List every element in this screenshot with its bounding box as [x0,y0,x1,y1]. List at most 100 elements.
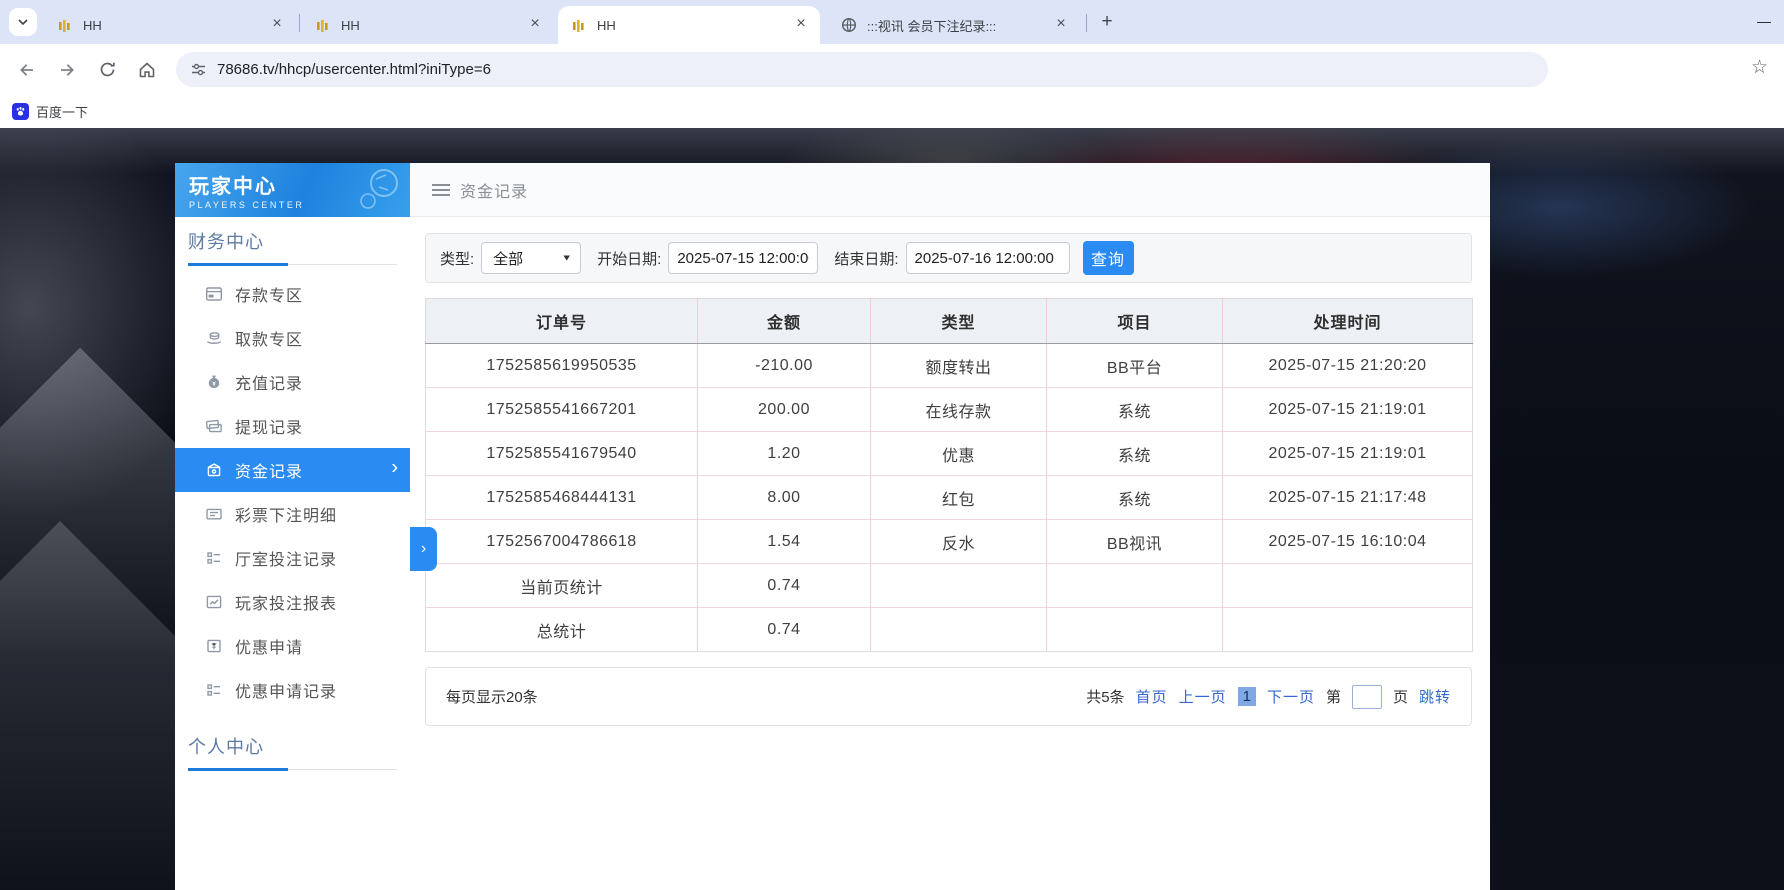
bookmark-star-icon[interactable]: ☆ [1751,56,1768,79]
jump-link[interactable]: 跳转 [1419,686,1451,707]
sidebar-collapse-handle[interactable]: › [410,527,437,571]
jump-page-input[interactable] [1352,685,1382,709]
tune-icon [190,61,207,78]
table-row: 17525855416795401.20优惠系统2025-07-15 21:19… [426,432,1473,476]
list-check-icon [205,681,223,699]
table-row: 1752585619950535-210.00额度转出BB平台2025-07-1… [426,344,1473,388]
table-cell: 1752585541679540 [426,432,698,476]
globe-favicon [841,17,858,34]
table-cell: 1752585541667201 [426,388,698,432]
sidebar-item-label: 资金记录 [235,458,303,482]
tab-2[interactable]: HH × [302,6,554,44]
browser-tab-strip: HH × HH × HH × :::视讯 会员下注纪录::: × + — [0,0,1784,44]
hh-gold-favicon [315,17,332,34]
tab-close-icon[interactable]: × [792,16,810,34]
hh-gold-favicon [571,17,588,34]
url-bar[interactable]: 78686.tv/hhcp/usercenter.html?iniType=6 [176,52,1548,87]
table-cell: 反水 [871,520,1047,564]
next-page-link[interactable]: 下一页 [1267,686,1315,707]
column-header: 金额 [698,299,871,344]
filter-bar: 类型: 全部 ▼ 开始日期: 结束日期: 查询 [425,233,1472,283]
tab-1[interactable]: HH × [44,6,296,44]
baidu-favicon [12,103,29,120]
table-cell [1223,564,1473,608]
sidebar-item-彩票下注明细[interactable]: 彩票下注明细 [175,492,410,536]
table-cell [871,564,1047,608]
table-row: 17525854684441318.00红包系统2025-07-15 21:17… [426,476,1473,520]
current-page-indicator: 1 [1238,687,1256,706]
section-underline [188,768,288,771]
tab-close-icon[interactable]: × [268,16,286,34]
sidebar-item-label: 玩家投注报表 [235,590,337,614]
search-button[interactable]: 查询 [1083,241,1134,275]
pagination-bar: 每页显示20条 共5条 首页 上一页 1 下一页 第 页 跳转 [425,667,1472,726]
list-check-icon [205,549,223,567]
column-header: 处理时间 [1223,299,1473,344]
sidebar-item-提现记录[interactable]: 提现记录 [175,404,410,448]
sidebar-menu: 存款专区取款专区充值记录提现记录资金记录›彩票下注明细厅室投注记录玩家投注报表优… [175,272,410,712]
table-header-row: 订单号金额类型项目处理时间 [426,299,1473,344]
new-tab-button[interactable]: + [1094,10,1120,36]
sidebar-item-资金记录[interactable]: 资金记录 › [175,448,410,492]
personal-section-title: 个人中心 [188,733,397,759]
table-cell: BB视讯 [1047,520,1223,564]
sidebar-item-label: 优惠申请 [235,634,303,658]
type-select[interactable]: 全部 ▼ [481,242,581,274]
end-date-input[interactable] [906,242,1070,274]
bookmark-baidu[interactable]: 百度一下 [12,102,88,121]
forward-icon[interactable] [54,57,80,83]
table-cell [1047,564,1223,608]
tab-title: HH [83,18,262,33]
back-icon[interactable] [14,57,40,83]
table-cell: 在线存款 [871,388,1047,432]
chevron-down-icon [17,16,29,28]
sidebar-item-label: 彩票下注明细 [235,502,337,526]
total-count: 共5条 [1086,686,1124,707]
table-row: 当前页统计0.74 [426,564,1473,608]
table-cell: 系统 [1047,388,1223,432]
browser-toolbar: 78686.tv/hhcp/usercenter.html?iniType=6 … [0,44,1784,95]
table-cell [871,608,1047,652]
gamepad-icon [346,167,402,213]
tab-search-menu-button[interactable] [9,8,37,36]
main-panel: 资金记录 类型: 全部 ▼ 开始日期: 结束日期: 查询 订单号金额类型项目处理… [410,163,1490,890]
tab-close-icon[interactable]: × [1052,16,1070,34]
start-date-input[interactable] [668,242,818,274]
finance-section-title: 财务中心 [188,228,397,254]
prev-page-link[interactable]: 上一页 [1179,686,1227,707]
home-icon[interactable] [134,57,160,83]
table-cell [1047,608,1223,652]
sidebar-item-优惠申请记录[interactable]: 优惠申请记录 [175,668,410,712]
table-cell: 8.00 [698,476,871,520]
end-date-label: 结束日期: [834,248,898,269]
url-text: 78686.tv/hhcp/usercenter.html?iniType=6 [217,61,491,78]
sidebar-item-label: 取款专区 [235,326,303,350]
type-label: 类型: [440,248,474,269]
sidebar-item-玩家投注报表[interactable]: 玩家投注报表 [175,580,410,624]
table-cell: 额度转出 [871,344,1047,388]
withdraw-hand-icon [205,329,223,347]
table-cell: BB平台 [1047,344,1223,388]
hh-gold-favicon [57,17,74,34]
bookmark-label: 百度一下 [36,102,88,121]
chevron-right-icon: › [391,457,398,480]
tab-close-icon[interactable]: × [526,16,544,34]
sidebar-item-厅室投注记录[interactable]: 厅室投注记录 [175,536,410,580]
hamburger-icon [432,181,450,199]
finance-section-header: 财务中心 [175,217,410,266]
column-header: 项目 [1047,299,1223,344]
sidebar-item-优惠申请[interactable]: 优惠申请 [175,624,410,668]
sidebar-item-取款专区[interactable]: 取款专区 [175,316,410,360]
jump-suffix-label: 页 [1393,686,1408,707]
sidebar-item-存款专区[interactable]: 存款专区 [175,272,410,316]
moneybag-icon [205,373,223,391]
screen: HH × HH × HH × :::视讯 会员下注纪录::: × + — [0,0,1784,890]
tab-4[interactable]: :::视讯 会员下注纪录::: × [828,6,1080,44]
window-minimize-button[interactable]: — [1752,10,1776,34]
reload-icon[interactable] [94,57,120,83]
report-chart-icon [205,593,223,611]
tab-3-active[interactable]: HH × [558,6,820,44]
sidebar-item-label: 提现记录 [235,414,303,438]
sidebar-item-充值记录[interactable]: 充值记录 [175,360,410,404]
first-page-link[interactable]: 首页 [1136,686,1168,707]
